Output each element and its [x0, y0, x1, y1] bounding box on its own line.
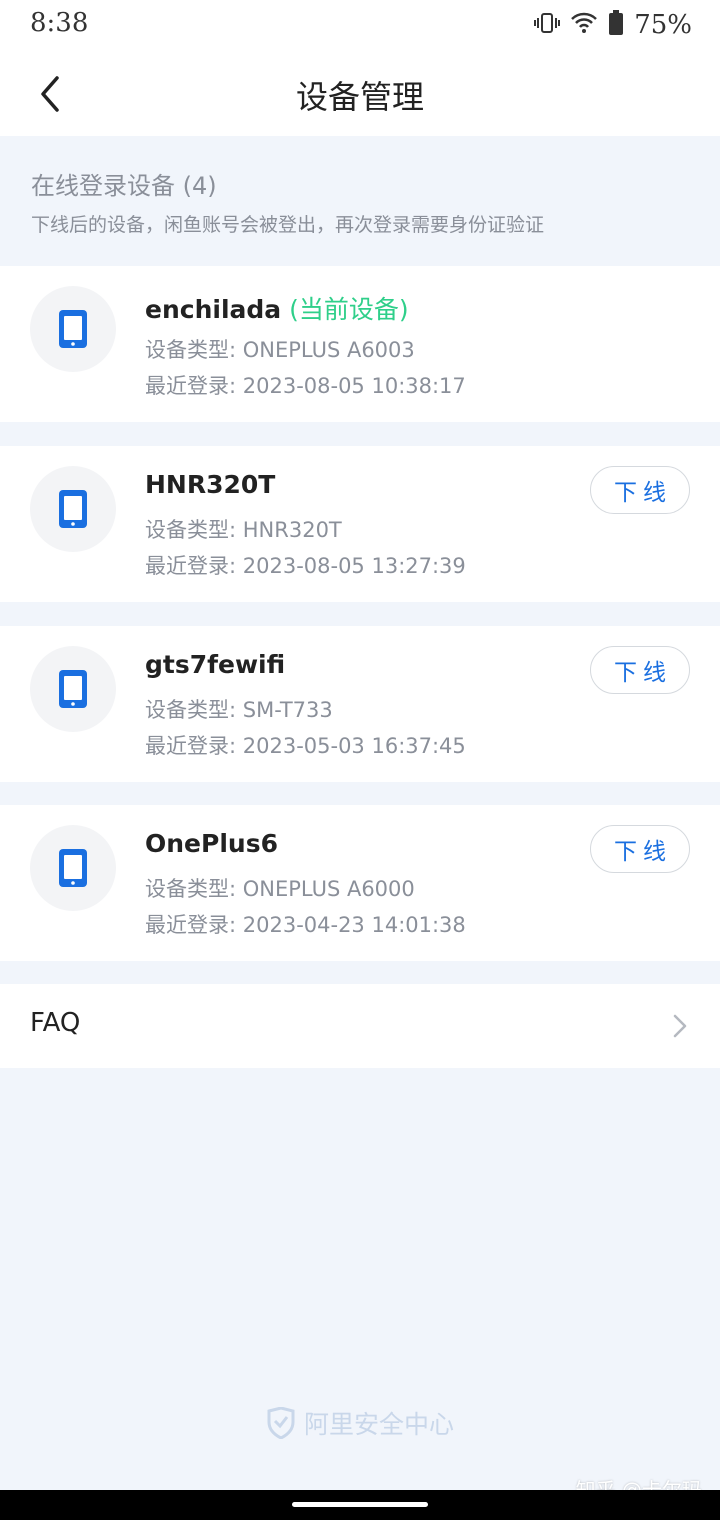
device-avatar [30, 825, 116, 911]
footer-brand: 阿里安全中心 [0, 1405, 720, 1441]
section-header: 在线登录设备 (4) 下线后的设备，闲鱼账号会被登出，再次登录需要身份证验证 [0, 136, 720, 266]
status-icons: 75% [534, 8, 692, 42]
section-title: 在线登录设备 (4) [31, 172, 217, 200]
device-type: 设备类型: SM-T733 [145, 698, 333, 722]
device-card: OnePlus6 设备类型: ONEPLUS A6000 最近登录: 2023-… [0, 805, 720, 961]
device-name: gts7fewifi [145, 650, 286, 679]
battery-icon [608, 10, 624, 40]
logout-button[interactable]: 下线 [590, 466, 690, 514]
section-note: 下线后的设备，闲鱼账号会被登出，再次登录需要身份证验证 [31, 214, 545, 236]
device-card: HNR320T 设备类型: HNR320T 最近登录: 2023-08-05 1… [0, 446, 720, 602]
phone-icon [59, 849, 87, 887]
device-name: HNR320T [145, 470, 276, 499]
phone-icon [59, 490, 87, 528]
wifi-icon [570, 11, 598, 39]
device-avatar [30, 466, 116, 552]
app-bar: 设备管理 [0, 52, 720, 136]
faq-row[interactable]: FAQ [0, 984, 720, 1068]
device-name: enchilada (当前设备) [145, 290, 409, 326]
home-indicator[interactable] [292, 1502, 428, 1507]
device-type: 设备类型: ONEPLUS A6000 [145, 877, 415, 901]
device-avatar [30, 286, 116, 372]
device-type: 设备类型: HNR320T [145, 518, 342, 542]
device-avatar [30, 646, 116, 732]
phone-icon [59, 310, 87, 348]
vibrate-icon [534, 11, 561, 39]
faq-label: FAQ [30, 1008, 81, 1038]
current-device-tag: (当前设备) [289, 295, 409, 324]
device-last-login: 最近登录: 2023-08-05 13:27:39 [145, 554, 466, 578]
status-time: 8:38 [30, 8, 89, 38]
chevron-right-icon [673, 1014, 687, 1038]
logout-button[interactable]: 下线 [590, 646, 690, 694]
device-last-login: 最近登录: 2023-08-05 10:38:17 [145, 374, 466, 398]
system-nav-bar [0, 1490, 720, 1520]
device-last-login: 最近登录: 2023-04-23 14:01:38 [145, 913, 466, 937]
device-last-login: 最近登录: 2023-05-03 16:37:45 [145, 734, 466, 758]
logout-button[interactable]: 下线 [590, 825, 690, 873]
device-name-text: enchilada [145, 295, 282, 324]
device-card: enchilada (当前设备) 设备类型: ONEPLUS A6003 最近登录… [0, 266, 720, 422]
device-type: 设备类型: ONEPLUS A6003 [145, 338, 415, 362]
status-bar: 8:38 75% [0, 0, 720, 52]
battery-percent: 75% [634, 10, 692, 40]
page-title: 设备管理 [295, 78, 424, 116]
phone-icon [59, 670, 87, 708]
footer-brand-label: 阿里安全中心 [303, 1410, 454, 1439]
shield-icon [267, 1407, 295, 1439]
device-name: OnePlus6 [145, 829, 278, 858]
device-card: gts7fewifi 设备类型: SM-T733 最近登录: 2023-05-0… [0, 626, 720, 782]
